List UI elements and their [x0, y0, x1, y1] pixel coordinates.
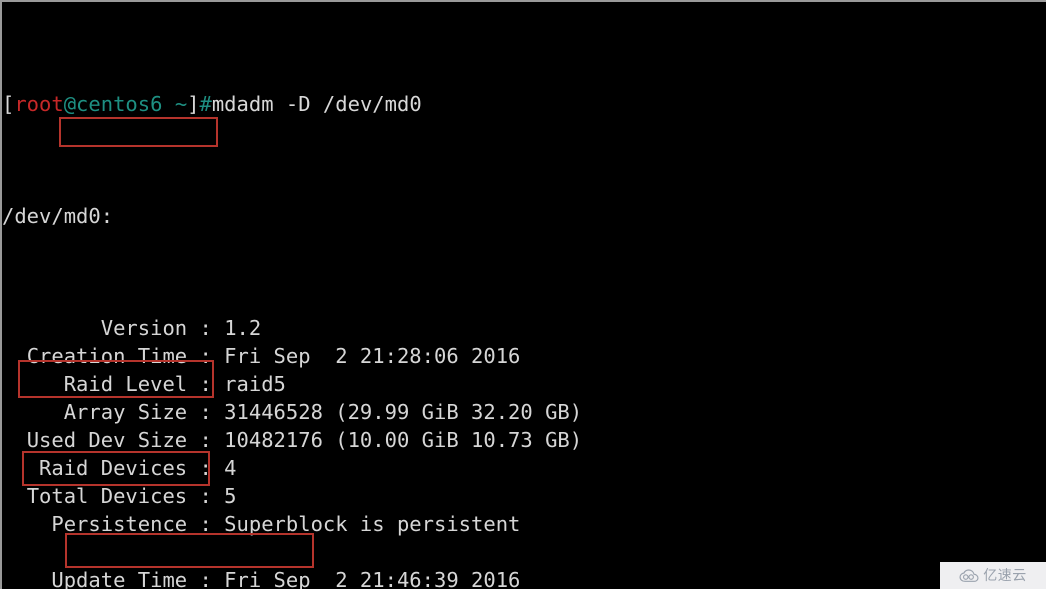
detail-row: Version : 1.2	[2, 314, 1046, 342]
prompt-user: root	[14, 92, 64, 116]
field-value: 5	[224, 484, 237, 508]
detail-row: Update Time : Fri Sep 2 21:46:39 2016	[2, 566, 1046, 589]
detail-row: Used Dev Size : 10482176 (10.00 GiB 10.7…	[2, 426, 1046, 454]
field-separator: :	[187, 316, 225, 340]
prompt-hash: #	[199, 92, 212, 116]
field-value: 4	[224, 456, 237, 480]
field-indent	[2, 456, 39, 480]
field-value: Fri Sep 2 21:28:06 2016	[224, 344, 521, 368]
field-value: 10482176 (10.00 GiB 10.73 GB)	[224, 428, 583, 452]
field-indent	[2, 512, 51, 536]
field-value: Fri Sep 2 21:46:39 2016	[224, 568, 521, 589]
field-indent	[2, 428, 27, 452]
field-indent	[2, 372, 64, 396]
detail-row: Persistence : Superblock is persistent	[2, 510, 1046, 538]
field-separator: :	[187, 344, 225, 368]
terminal-output-text: [root@centos6 ~]#mdadm -D /dev/md0 /dev/…	[2, 6, 1046, 589]
cloud-icon	[959, 568, 979, 582]
detail-row: Array Size : 31446528 (29.99 GiB 32.20 G…	[2, 398, 1046, 426]
prompt-line: [root@centos6 ~]#mdadm -D /dev/md0	[2, 90, 1046, 118]
detail-row: Creation Time : Fri Sep 2 21:28:06 2016	[2, 342, 1046, 370]
watermark: 亿速云	[940, 562, 1046, 589]
field-separator: :	[187, 428, 225, 452]
detail-row: Raid Level : raid5	[2, 370, 1046, 398]
field-indent	[2, 484, 27, 508]
field-separator: :	[187, 484, 225, 508]
field-label: Update Time	[51, 568, 188, 589]
prompt-host: @centos6	[63, 92, 163, 116]
watermark-text: 亿速云	[983, 567, 1027, 584]
field-label: Total Devices	[26, 484, 188, 508]
field-label: Persistence	[51, 512, 188, 536]
device-header-line: /dev/md0:	[2, 204, 114, 228]
field-separator: :	[187, 372, 225, 396]
field-label: Creation Time	[26, 344, 188, 368]
mdadm-detail-fields: Version : 1.2 Creation Time : Fri Sep 2 …	[2, 314, 1046, 589]
field-indent	[2, 344, 27, 368]
field-separator: :	[187, 456, 225, 480]
field-label: Raid Devices	[39, 456, 188, 480]
field-separator: :	[187, 400, 225, 424]
prompt-close-bracket: ]	[187, 92, 200, 116]
field-value: raid5	[224, 372, 286, 396]
field-separator: :	[187, 512, 225, 536]
prompt-command: mdadm -D /dev/md0	[211, 92, 422, 116]
detail-row: Raid Devices : 4	[2, 454, 1046, 482]
field-label: Version	[100, 316, 188, 340]
field-separator: :	[187, 568, 225, 589]
field-indent	[2, 400, 64, 424]
field-label: Raid Level	[63, 372, 188, 396]
field-label: Used Dev Size	[26, 428, 188, 452]
field-value: Superblock is persistent	[224, 512, 521, 536]
field-value: 1.2	[224, 316, 262, 340]
prompt-open-bracket: [	[2, 92, 15, 116]
terminal-window[interactable]: [root@centos6 ~]#mdadm -D /dev/md0 /dev/…	[0, 0, 1046, 589]
field-value: 31446528 (29.99 GiB 32.20 GB)	[224, 400, 583, 424]
field-indent	[2, 568, 51, 589]
prompt-tilde: ~	[174, 92, 188, 116]
field-indent	[2, 316, 101, 340]
field-label: Array Size	[63, 400, 188, 424]
detail-row: Total Devices : 5	[2, 482, 1046, 510]
